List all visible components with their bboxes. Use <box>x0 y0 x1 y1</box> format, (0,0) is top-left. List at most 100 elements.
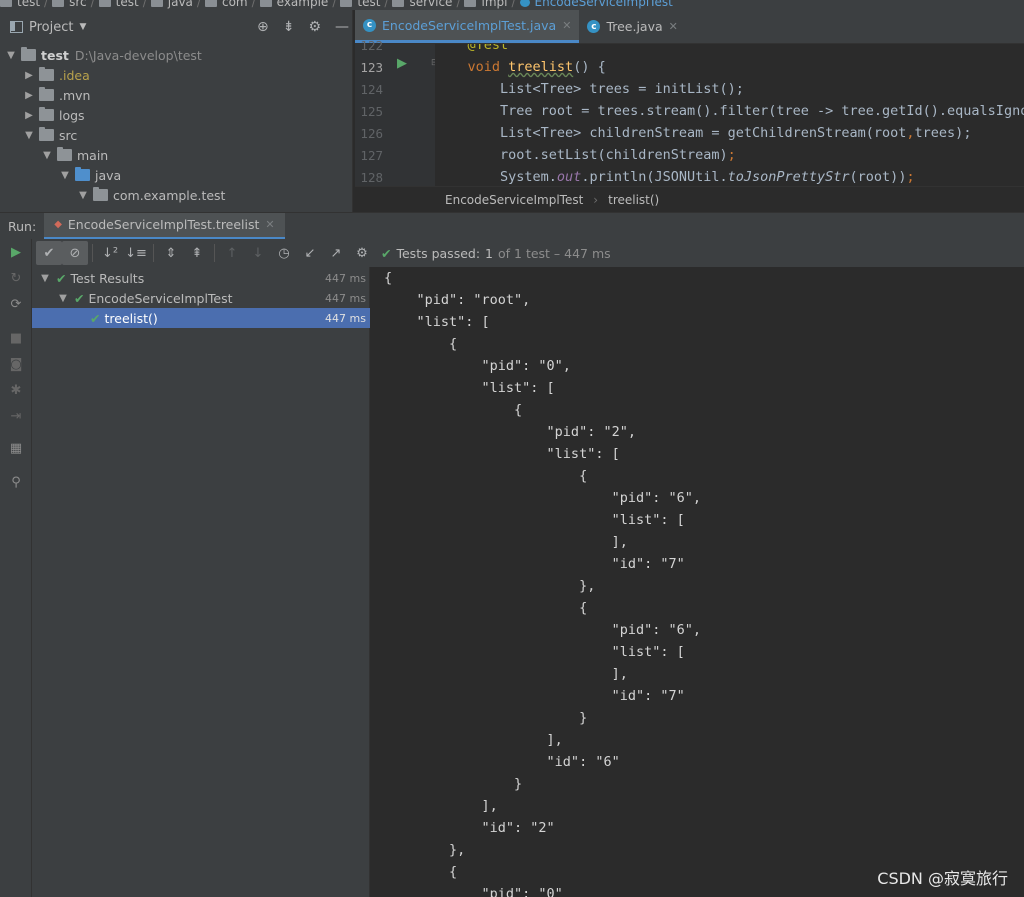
folder-icon <box>150 0 163 7</box>
folder-icon <box>39 87 54 101</box>
project-tree-item[interactable]: ▼ com.example.test <box>76 185 225 205</box>
breadcrumb-item[interactable]: test <box>98 0 139 9</box>
code-line: System.out.println(JSONUtil.toJsonPretty… <box>435 169 915 185</box>
console-line: "id": "2" <box>384 820 555 836</box>
chevron-down-icon[interactable]: ▼ <box>56 293 70 304</box>
project-view-selector[interactable]: Project ▼ <box>10 20 86 35</box>
breadcrumb-class[interactable]: EncodeServiceImplTest <box>445 193 583 207</box>
folder-icon <box>519 0 530 7</box>
sort-duration-icon[interactable]: ↓≡ <box>123 241 149 265</box>
locate-icon[interactable]: ⊕ <box>257 19 269 35</box>
breadcrumb-label: src <box>69 0 87 9</box>
console-line: "id": "7" <box>384 688 685 704</box>
gear-icon[interactable]: ⚙ <box>308 19 321 35</box>
test-duration: 447 ms <box>325 291 366 305</box>
breadcrumb-item[interactable]: test <box>0 0 40 9</box>
breadcrumb-method[interactable]: treelist() <box>608 193 659 207</box>
chevron-down-icon[interactable]: ▼ <box>22 130 36 141</box>
breadcrumb-item[interactable]: test <box>340 0 380 9</box>
run-tab[interactable]: ◆ EncodeServiceImplTest.treelist ✕ <box>44 212 285 240</box>
layout-icon[interactable]: ▦ <box>8 441 24 457</box>
breadcrumb-item[interactable]: java <box>150 0 193 9</box>
run-tab-label: EncodeServiceImplTest.treelist <box>67 217 260 232</box>
expand-all-icon[interactable]: ⇕ <box>158 241 184 265</box>
show-passed-icon[interactable]: ✔ <box>36 241 62 265</box>
breadcrumb-item[interactable]: service <box>392 0 452 9</box>
breadcrumb-item[interactable]: impl <box>464 0 507 9</box>
stop-icon[interactable]: ■ <box>8 331 24 347</box>
chevron-down-icon[interactable]: ▼ <box>4 50 18 61</box>
run-test-gutter-icon[interactable]: ▶ <box>397 56 407 71</box>
project-tree-item[interactable]: ▼ src <box>22 125 77 145</box>
tab-label: Tree.java <box>606 19 663 34</box>
pin-icon[interactable]: ⚲ <box>8 475 24 491</box>
breadcrumb-item[interactable]: com <box>204 0 248 9</box>
history-icon[interactable]: ◷ <box>271 241 297 265</box>
debug-icon[interactable]: ✱ <box>8 383 24 399</box>
breadcrumb-item[interactable]: example <box>259 0 329 9</box>
test-tree-item[interactable]: ✔ treelist() 447 ms <box>32 308 370 328</box>
chevron-right-icon[interactable]: ▶ <box>22 70 36 81</box>
code-line: List<Tree> childrenStream = getChildrenS… <box>435 125 972 141</box>
close-icon[interactable]: ✕ <box>562 19 571 32</box>
project-tree-item[interactable]: ▶ logs <box>22 105 85 125</box>
camera-icon[interactable]: ◙ <box>8 357 24 373</box>
close-icon[interactable]: ✕ <box>669 20 678 33</box>
project-tree-item[interactable]: ▶ .mvn <box>22 85 90 105</box>
toggle-auto-test-icon[interactable]: ⟳ <box>8 297 24 313</box>
export-results-icon[interactable]: ↗ <box>323 241 349 265</box>
project-panel-title: Project <box>29 19 74 35</box>
show-ignored-icon[interactable]: ⊘ <box>62 241 88 265</box>
test-runner-toolbar: ✔ ⊘ ↓² ↓≡ ⇕ ⇞ ↑ ↓ ◷ ↙ ↗ ⚙ ✔ Tests passed… <box>32 239 1024 267</box>
close-icon[interactable]: ✕ <box>265 218 274 231</box>
project-tree-label: java <box>95 167 122 183</box>
breadcrumb-item[interactable]: src <box>52 0 87 9</box>
previous-test-icon[interactable]: ↑ <box>219 241 245 265</box>
folder-icon <box>340 0 353 7</box>
minimize-icon[interactable]: — <box>335 19 349 35</box>
test-tree-item[interactable]: ▼ ✔ EncodeServiceImplTest 447 ms <box>32 288 370 308</box>
breadcrumb-label: java <box>167 0 193 9</box>
project-tree-item[interactable]: ▶ .idea <box>22 65 90 85</box>
console-line: } <box>384 776 523 792</box>
project-tree-item[interactable]: ▼ main <box>40 145 108 165</box>
project-tree-item[interactable]: ▼ java <box>58 165 121 185</box>
rerun-failed-icon[interactable]: ↻ <box>8 271 24 287</box>
import-icon[interactable]: ↙ <box>297 241 323 265</box>
console-line: { <box>384 864 458 880</box>
test-tree-label: treelist() <box>104 310 158 326</box>
collapse-all-icon[interactable]: ⇟ <box>283 19 295 35</box>
chevron-down-icon[interactable]: ▼ <box>76 190 90 201</box>
breadcrumb-separator: / <box>384 0 389 9</box>
project-tree-item[interactable]: ▼ test D:\Java-develop\test <box>4 45 202 65</box>
next-test-icon[interactable]: ↓ <box>245 241 271 265</box>
export-icon[interactable]: ⇥ <box>8 409 24 425</box>
rerun-icon[interactable]: ▶ <box>8 245 24 261</box>
code-editor[interactable]: @Test void treelist() { List<Tree> trees… <box>435 44 1024 186</box>
breadcrumb-separator: / <box>90 0 95 9</box>
chevron-down-icon[interactable]: ▼ <box>58 170 72 181</box>
line-number: 127 <box>360 148 383 163</box>
console-line: "pid": "6", <box>384 622 701 638</box>
test-tree-item[interactable]: ▼ ✔ Test Results 447 ms <box>32 268 370 288</box>
console-line: }, <box>384 842 466 858</box>
breadcrumb-separator: / <box>196 0 201 9</box>
toolbar-divider <box>153 244 154 262</box>
gear-icon[interactable]: ⚙ <box>349 241 375 265</box>
project-tree-label: main <box>77 147 109 163</box>
chevron-down-icon[interactable]: ▼ <box>40 150 54 161</box>
breadcrumb-label: example <box>276 0 329 9</box>
tab-tree-java[interactable]: c Tree.java ✕ <box>579 10 685 43</box>
chevron-right-icon[interactable]: ▶ <box>22 110 36 121</box>
chevron-down-icon[interactable]: ▼ <box>38 273 52 284</box>
breadcrumb-label: impl <box>481 0 508 9</box>
collapse-all-icon[interactable]: ⇞ <box>184 241 210 265</box>
folder-icon <box>39 127 54 141</box>
sort-alpha-icon[interactable]: ↓² <box>97 241 123 265</box>
console-output[interactable]: { "pid": "root", "list": [ { "pid": "0",… <box>371 267 1024 897</box>
project-panel-header: Project ▼ ⊕ ⇟ ⚙ — <box>0 10 353 44</box>
chevron-right-icon[interactable]: ▶ <box>22 90 36 101</box>
breadcrumb-item[interactable]: EncodeServiceImplTest <box>519 0 673 9</box>
folder-icon <box>52 0 65 7</box>
tab-encode-service-impl-test[interactable]: c EncodeServiceImplTest.java ✕ <box>355 10 580 43</box>
